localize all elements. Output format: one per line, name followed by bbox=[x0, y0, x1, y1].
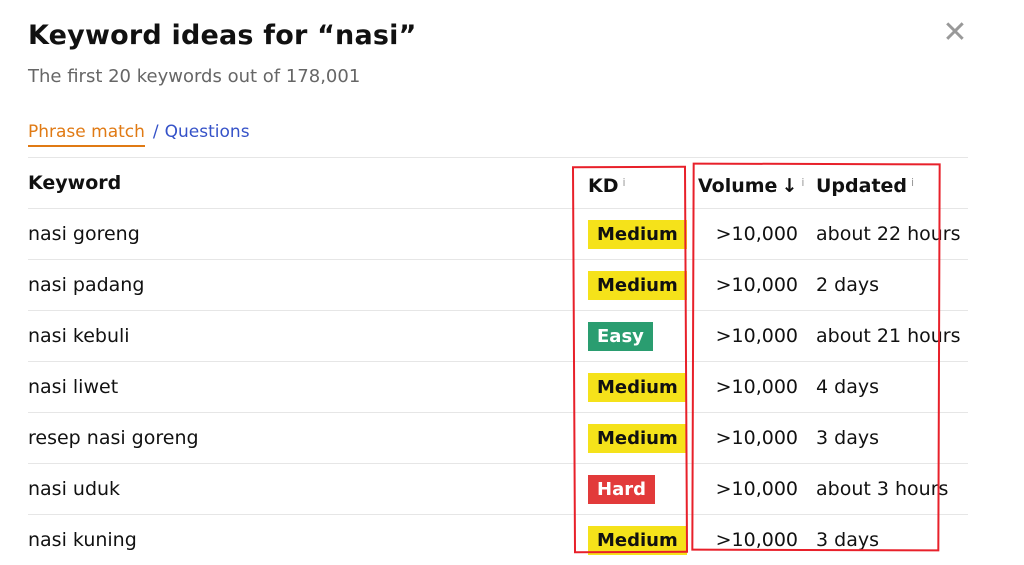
page-title: Keyword ideas for “nasi” bbox=[28, 20, 417, 51]
tab-bar: Phrase match / Questions bbox=[28, 122, 250, 148]
updated-info-icon[interactable]: i bbox=[911, 176, 914, 189]
kd-badge: Medium bbox=[588, 271, 687, 300]
kd-cell: Medium bbox=[588, 260, 687, 310]
kd-cell: Hard bbox=[588, 464, 655, 514]
volume-cell: >10,000 bbox=[715, 223, 798, 245]
table-row[interactable]: nasi padang Medium >10,000 2 days bbox=[28, 259, 968, 310]
kd-cell: Medium bbox=[588, 515, 687, 565]
header-updated-label: Updated bbox=[816, 175, 908, 197]
keyword-cell[interactable]: nasi padang bbox=[28, 260, 144, 310]
keyword-cell[interactable]: nasi uduk bbox=[28, 464, 120, 514]
updated-cell: about 22 hours bbox=[816, 223, 961, 245]
table-row[interactable]: nasi uduk Hard >10,000 about 3 hours bbox=[28, 463, 968, 514]
tab-separator: / bbox=[152, 122, 159, 142]
header-updated[interactable]: Updated i bbox=[816, 158, 914, 208]
header-kd-label: KD bbox=[588, 175, 619, 197]
volume-cell: >10,000 bbox=[715, 325, 798, 347]
keyword-cell[interactable]: nasi kuning bbox=[28, 515, 137, 565]
kd-badge: Easy bbox=[588, 322, 653, 351]
keyword-cell[interactable]: nasi kebuli bbox=[28, 311, 130, 361]
volume-cell: >10,000 bbox=[715, 274, 798, 296]
table-header: Keyword KD i Volume ↓ i Updated i bbox=[28, 157, 968, 208]
keyword-table: Keyword KD i Volume ↓ i Updated i nasi goren… bbox=[28, 157, 968, 565]
kd-badge: Medium bbox=[588, 424, 687, 453]
keyword-cell[interactable]: nasi goreng bbox=[28, 209, 140, 259]
updated-cell: 3 days bbox=[816, 427, 879, 449]
table-row[interactable]: nasi liwet Medium >10,000 4 days bbox=[28, 361, 968, 412]
kd-cell: Medium bbox=[588, 362, 687, 412]
page-subtitle: The first 20 keywords out of 178,001 bbox=[28, 66, 361, 87]
sort-down-icon: ↓ bbox=[781, 175, 798, 197]
kd-cell: Medium bbox=[588, 209, 687, 259]
updated-cell: about 21 hours bbox=[816, 325, 961, 347]
volume-info-icon[interactable]: i bbox=[801, 176, 804, 189]
tab-phrase-match[interactable]: Phrase match bbox=[28, 122, 145, 147]
header-volume-label: Volume bbox=[698, 175, 778, 197]
kd-badge: Medium bbox=[588, 526, 687, 555]
table-row[interactable]: nasi kuning Medium >10,000 3 days bbox=[28, 514, 968, 565]
tab-questions[interactable]: Questions bbox=[165, 122, 250, 142]
volume-cell: >10,000 bbox=[715, 478, 798, 500]
volume-cell: >10,000 bbox=[715, 529, 798, 551]
updated-cell: 2 days bbox=[816, 274, 879, 296]
updated-cell: 3 days bbox=[816, 529, 879, 551]
keyword-cell[interactable]: nasi liwet bbox=[28, 362, 118, 412]
keyword-cell[interactable]: resep nasi goreng bbox=[28, 413, 199, 463]
volume-cell: >10,000 bbox=[715, 427, 798, 449]
table-row[interactable]: resep nasi goreng Medium >10,000 3 days bbox=[28, 412, 968, 463]
table-row[interactable]: nasi kebuli Easy >10,000 about 21 hours bbox=[28, 310, 968, 361]
updated-cell: about 3 hours bbox=[816, 478, 949, 500]
updated-cell: 4 days bbox=[816, 376, 879, 398]
header-kd[interactable]: KD i bbox=[588, 158, 626, 208]
kd-badge: Hard bbox=[588, 475, 655, 504]
header-keyword[interactable]: Keyword bbox=[28, 158, 121, 208]
kd-cell: Easy bbox=[588, 311, 653, 361]
kd-cell: Medium bbox=[588, 413, 687, 463]
kd-badge: Medium bbox=[588, 373, 687, 402]
close-icon[interactable]: ✕ bbox=[940, 18, 970, 48]
volume-cell: >10,000 bbox=[715, 376, 798, 398]
kd-badge: Medium bbox=[588, 220, 687, 249]
table-row[interactable]: nasi goreng Medium >10,000 about 22 hour… bbox=[28, 208, 968, 259]
header-volume[interactable]: Volume ↓ i bbox=[698, 158, 804, 208]
kd-info-icon[interactable]: i bbox=[623, 176, 626, 189]
